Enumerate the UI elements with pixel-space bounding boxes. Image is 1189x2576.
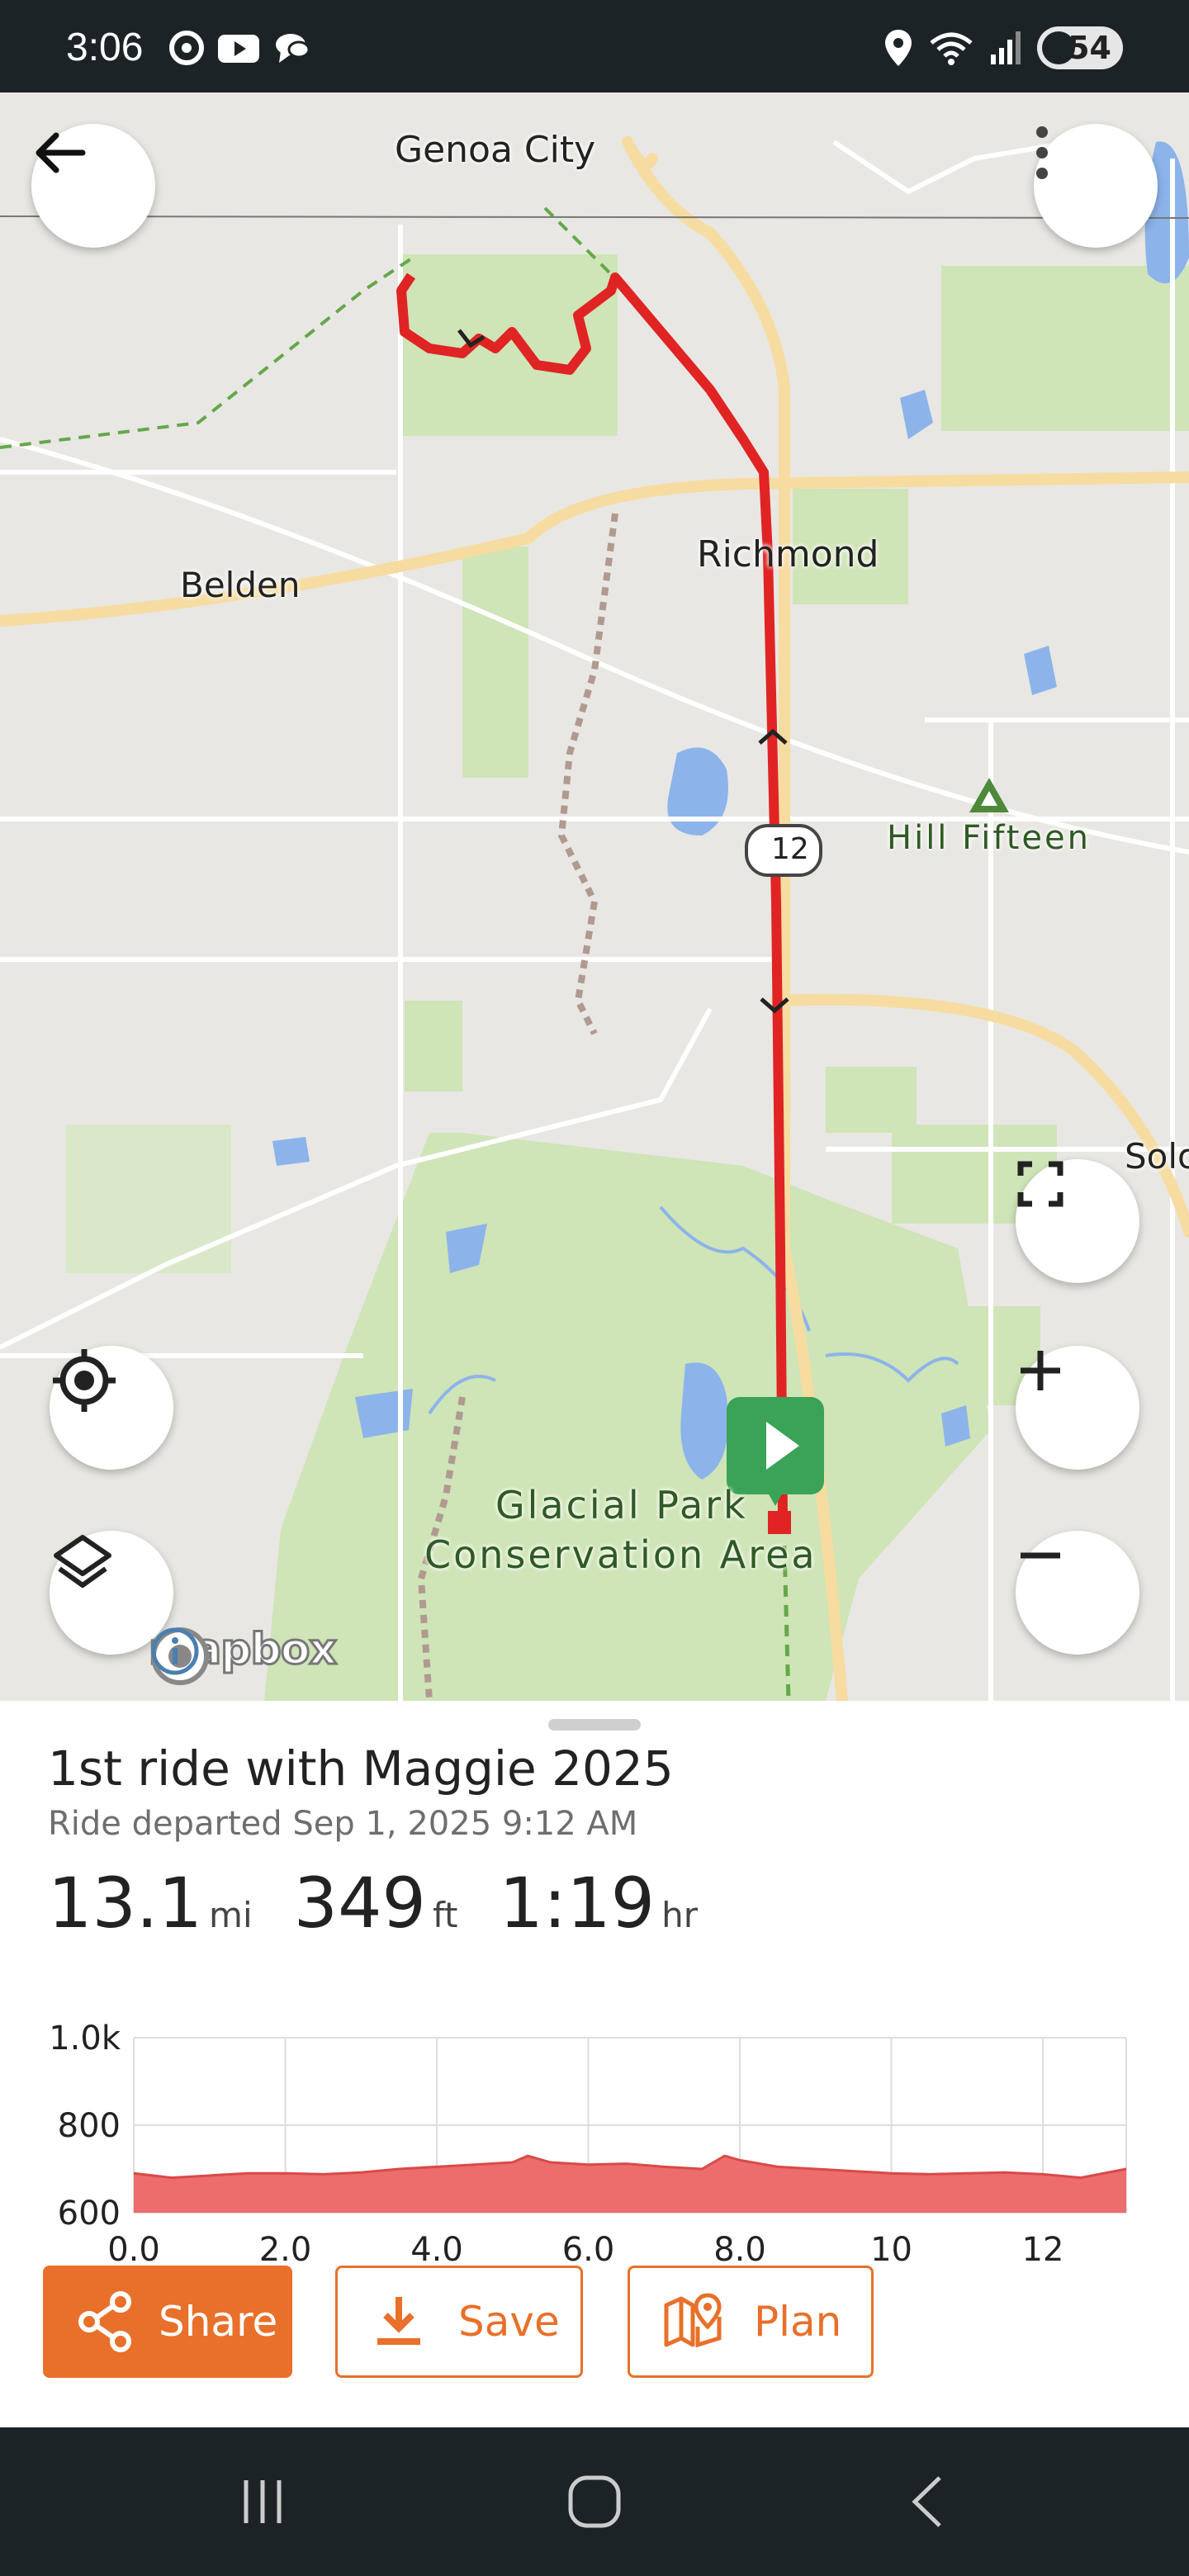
status-bar: 3:06 54: [0, 0, 1189, 92]
label-solon: Solo: [1125, 1136, 1189, 1177]
park-area: [826, 1067, 917, 1133]
share-icon: [78, 2291, 131, 2352]
info-icon[interactable]: [149, 1625, 201, 1678]
crosshair-icon: [53, 1349, 116, 1412]
route-end-marker: [768, 1511, 791, 1534]
signal-icon: [991, 31, 1021, 64]
download-icon: [377, 2297, 420, 2345]
boundary-line: [0, 215, 1189, 219]
park-area: [941, 266, 1189, 431]
x-tick-label: 8.0: [713, 2231, 766, 2269]
chat-icon: [276, 34, 310, 63]
park-area: [462, 547, 528, 778]
power-saving-icon: [1042, 31, 1075, 64]
recent-apps-icon[interactable]: [238, 2477, 287, 2526]
elevation-value: 349: [293, 1863, 426, 1944]
pond: [900, 390, 933, 439]
plan-label: Plan: [754, 2298, 842, 2346]
x-tick-label: 6.0: [562, 2231, 615, 2269]
youtube-icon: [218, 35, 259, 63]
pond: [355, 1389, 413, 1438]
zoom-in-button[interactable]: [1016, 1346, 1139, 1470]
fullscreen-button[interactable]: [1016, 1159, 1139, 1283]
drag-handle[interactable]: [548, 1719, 641, 1731]
map-canvas: [0, 136, 1189, 1701]
location-icon: [885, 30, 912, 66]
elevation-unit: ft: [432, 1895, 458, 1935]
back-button[interactable]: [31, 124, 155, 248]
label-belden: Belden: [180, 565, 301, 605]
wifi-icon: [930, 32, 973, 65]
label-conservation-area: Conservation Area: [424, 1532, 817, 1577]
x-tick-label: 2.0: [259, 2231, 312, 2269]
label-glacial-park: Glacial Park: [495, 1483, 748, 1527]
status-time: 3:06: [66, 26, 144, 69]
x-tick-label: 0.0: [107, 2231, 160, 2269]
x-tick-label: 10: [870, 2231, 912, 2269]
trail: [0, 256, 414, 449]
distance-unit: mi: [209, 1895, 253, 1935]
more-vertical-icon: [1036, 126, 1048, 179]
share-label: Share: [159, 2298, 278, 2346]
label-richmond: Richmond: [697, 533, 879, 575]
highway-shield-label: 12: [771, 832, 809, 866]
map-pin-icon: [664, 2293, 722, 2348]
battery-indicator: 54: [1037, 26, 1123, 69]
distance-value: 13.1: [48, 1863, 203, 1944]
more-options-button[interactable]: [1034, 124, 1158, 248]
route-map[interactable]: Genoa City Richmond Belden Hill Fifteen …: [0, 92, 1189, 1701]
ride-departed: Ride departed Sep 1, 2025 9:12 AM: [48, 1805, 638, 1843]
home-icon[interactable]: [567, 2474, 622, 2529]
x-tick-label: 4.0: [410, 2231, 463, 2269]
chrome-icon: [169, 31, 204, 65]
y-tick-label: 800: [58, 2107, 121, 2145]
park-area: [405, 1001, 462, 1091]
park-area: [66, 1125, 231, 1273]
y-tick-label: 600: [58, 2195, 121, 2233]
plan-button[interactable]: Plan: [628, 2266, 874, 2378]
label-genoa-city: Genoa City: [395, 129, 596, 171]
label-hill-fifteen: Hill Fifteen: [887, 819, 1091, 857]
my-location-button[interactable]: [50, 1346, 173, 1470]
system-nav-bar: [0, 2427, 1189, 2576]
y-tick-label: 1.0k: [49, 2020, 121, 2057]
back-arrow-icon: [36, 132, 86, 173]
plus-icon: [1021, 1351, 1060, 1390]
mapbox-attribution[interactable]: mapbox: [148, 1624, 338, 1685]
fullscreen-icon: [1017, 1161, 1063, 1207]
layers-icon: [54, 1535, 111, 1588]
ride-stats: 13.1 mi 349 ft 1:19 hr: [48, 1863, 739, 1944]
zoom-out-button[interactable]: [1016, 1531, 1139, 1655]
pond: [272, 1137, 310, 1166]
notification-icons: [168, 30, 312, 66]
x-tick-label: 12: [1022, 2231, 1064, 2269]
ride-title: 1st ride with Maggie 2025: [48, 1740, 674, 1797]
duration-unit: hr: [661, 1895, 699, 1935]
share-button[interactable]: Share: [43, 2266, 292, 2378]
back-nav-icon[interactable]: [907, 2474, 948, 2529]
minus-icon: [1021, 1552, 1060, 1559]
save-button[interactable]: Save: [335, 2266, 583, 2378]
duration-value: 1:19: [499, 1863, 656, 1944]
system-icons: 54: [883, 26, 1123, 69]
save-label: Save: [458, 2298, 560, 2346]
lake: [667, 747, 728, 836]
pond: [1024, 646, 1057, 695]
elevation-chart[interactable]: 1.0k 800 6000.0 2.0 4.0 6.0 8.0 10 12: [0, 1949, 1189, 2279]
